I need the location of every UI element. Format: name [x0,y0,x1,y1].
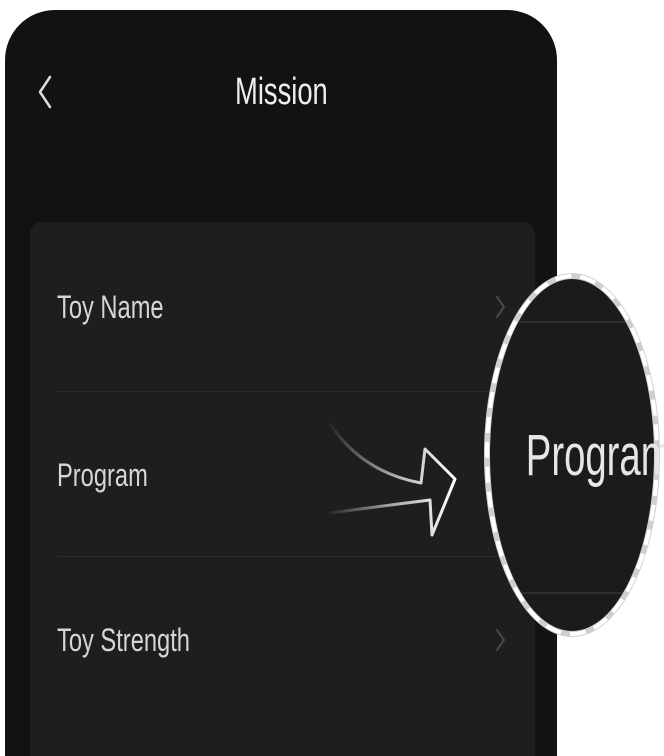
magnified-label: Program [488,424,664,488]
list-item-toy-name[interactable]: Toy Name [30,222,535,392]
list-item-label: Toy Strength [57,621,190,658]
settings-list: Toy Name Program Toy Strength [30,222,535,756]
page-title-text: Mission [234,71,328,113]
list-item-program[interactable]: Program [30,392,535,557]
page-title: Mission [5,69,557,115]
list-item-label: Program [57,456,148,493]
chevron-right-icon [495,295,505,319]
chevron-right-icon [495,628,505,652]
list-item-toy-strength[interactable]: Toy Strength [30,557,535,722]
list-item-label: Toy Name [57,289,164,325]
phone-screen: Mission Toy Name Program Toy Strength [5,10,557,756]
magnified-label-text: Program [525,423,664,488]
